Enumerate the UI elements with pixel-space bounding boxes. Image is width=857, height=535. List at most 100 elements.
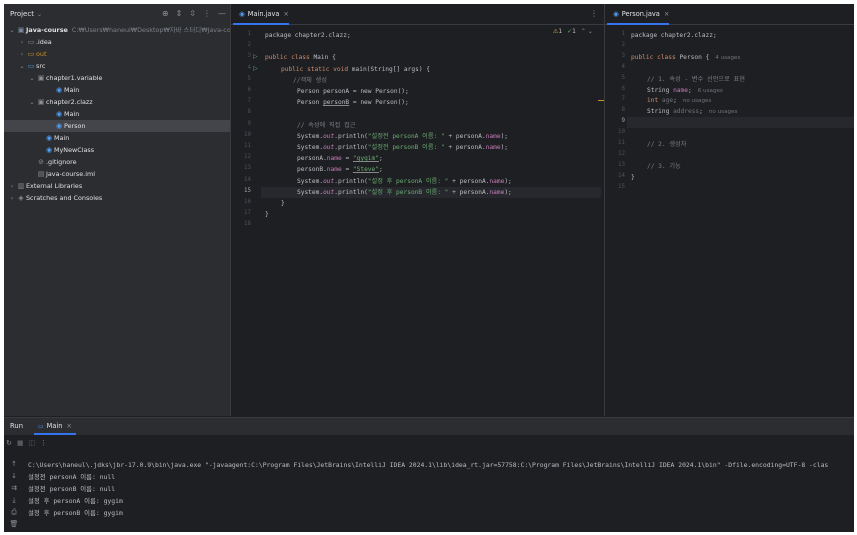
editor-person-java[interactable]: ◉ Person.java × 1 2 3 4 5 6 7 8 9 10 11 12 13 14 15 packa… — [605, 4, 854, 416]
code-token: Person personA = new Person(); — [297, 88, 409, 95]
run-title: Run — [10, 422, 24, 430]
tree-item[interactable]: › ▥ External Libraries — [4, 180, 230, 192]
code-token: .println( — [334, 177, 368, 185]
run-gutter-icon[interactable]: ▷ — [253, 53, 258, 60]
code-token: } — [281, 200, 285, 207]
expand-all-icon[interactable]: ⇕ — [176, 9, 183, 18]
tree-item[interactable]: ⊘ .gitignore — [4, 156, 230, 168]
code-comment: // 3. 기능 — [647, 162, 681, 170]
close-icon[interactable]: × — [664, 10, 670, 18]
scroll-end-icon[interactable]: ⤓ — [8, 494, 20, 506]
line-number: 2 — [247, 42, 252, 49]
code-line[interactable]: personA.name = "gygim"; — [297, 153, 383, 164]
print-icon[interactable]: ⎙ — [8, 506, 20, 518]
arrow-up-icon[interactable]: ↑ — [8, 458, 20, 470]
code-token: = — [341, 155, 353, 163]
code-token: out — [323, 188, 335, 196]
code-token: System. — [297, 177, 324, 185]
more-options-icon[interactable]: ⋮ — [203, 9, 211, 18]
rerun-icon[interactable]: ↻ — [6, 439, 12, 447]
project-toolbar: ⊕ ⇕ ⇳ ⋮ — — [162, 9, 226, 18]
run-tab-main[interactable]: ▭ Main × — [34, 418, 76, 435]
inspection-widget[interactable]: ⚠1 ✓1 ⌃ ⌄ — [553, 28, 593, 35]
code-line[interactable]: personB.name = "Steve"; — [297, 164, 383, 175]
code-token: out — [323, 144, 335, 151]
code-line[interactable]: //객체 생성 — [293, 75, 327, 86]
tree-item-label: .idea — [36, 38, 52, 46]
code-line[interactable]: // 3. 기능 — [647, 161, 681, 172]
code-token: + personA. — [448, 177, 490, 185]
minimize-icon[interactable]: — — [218, 9, 226, 18]
tab-main-java[interactable]: ◉ Main.java × — [233, 4, 289, 25]
tree-item[interactable]: ▤ Java-course.iml — [4, 168, 230, 180]
editor-main-java[interactable]: ◉ Main.java × ⋮ ⚠1 ✓1 ⌃ ⌄ 1 2 3 4 5 6 7 8 9 10 11 12 1… — [231, 4, 604, 416]
usage-hint: no usages — [682, 98, 712, 105]
code-line[interactable]: String name; 6 usages — [647, 85, 723, 96]
close-icon[interactable]: × — [283, 10, 289, 18]
code-line[interactable]: } — [631, 172, 635, 183]
code-token: name — [326, 166, 342, 174]
trash-icon[interactable]: 🗑 — [8, 518, 20, 530]
code-line[interactable]: String address; no usages — [647, 106, 737, 117]
tree-item[interactable]: ⌄ ▭ src — [4, 60, 230, 72]
tree-item[interactable]: › ▭ .idea — [4, 36, 230, 48]
code-line[interactable]: // 1. 속성 - 변수 선언으로 표현 — [647, 74, 745, 85]
code-line[interactable]: System.out.println("설정전 personA 이름: " + … — [297, 131, 508, 142]
code-token: ; — [378, 155, 383, 163]
chevron-down-icon[interactable]: ⌄ — [588, 28, 593, 35]
code-line[interactable]: package chapter2.clazz; — [265, 30, 351, 41]
code-line[interactable]: } — [265, 209, 269, 220]
tree-item[interactable]: ◉ Person — [4, 120, 230, 132]
stop-icon[interactable]: ■ — [17, 439, 24, 447]
code-line[interactable]: int age; no usages — [647, 95, 711, 106]
code-line[interactable]: System.out.println("설정 후 personB 이름: " +… — [297, 187, 512, 198]
code-line[interactable]: // 속성에 직접 접근 — [297, 120, 355, 131]
tree-item-label: .gitignore — [46, 158, 77, 166]
more-options-icon[interactable]: ⋮ — [590, 9, 598, 18]
tree-item[interactable]: ◉ Main — [4, 132, 230, 144]
code-token: name — [326, 155, 342, 163]
tree-item[interactable]: ◉ MyNewClass — [4, 144, 230, 156]
collapse-all-icon[interactable]: ⇳ — [189, 9, 196, 18]
code-line[interactable]: public class Main { — [265, 52, 336, 63]
line-number: 16 — [244, 199, 251, 205]
tree-item[interactable]: ◉ Main — [4, 108, 230, 120]
code-line[interactable]: public static void main(String[] args) { — [281, 64, 430, 75]
tree-item[interactable]: › ▭ out — [4, 48, 230, 60]
camera-icon[interactable]: ◫ — [29, 439, 36, 447]
locate-icon[interactable]: ⊕ — [162, 9, 169, 18]
code-line[interactable]: System.out.println("설정전 personB 이름: " + … — [297, 142, 508, 153]
chevron-down-icon[interactable]: ⌄ — [37, 11, 42, 18]
code-line[interactable]: } — [281, 198, 285, 209]
code-token: int — [647, 97, 662, 105]
tree-item-label: Main — [54, 134, 70, 142]
code-token: .println( — [334, 132, 368, 140]
code-line[interactable]: // 2. 생성자 — [647, 139, 686, 150]
code-token: String — [647, 86, 674, 94]
arrow-down-icon[interactable]: ↓ — [8, 470, 20, 482]
tree-item[interactable]: ◉ Main — [4, 84, 230, 96]
line-number: 5 — [621, 74, 626, 81]
class-icon: ◉ — [45, 134, 53, 142]
code-line[interactable]: System.out.println("설정 후 personA 이름: " +… — [297, 176, 512, 187]
more-options-icon[interactable]: ⋮ — [40, 439, 47, 447]
tab-person-java[interactable]: ◉ Person.java × — [607, 4, 670, 25]
run-gutter-icon[interactable]: ▷ — [253, 65, 258, 72]
tree-item[interactable]: ⌄ ▣ Java-course C:₩Users₩haneul₩Desktop₩자바 … — [4, 24, 244, 36]
expand-arrow-icon[interactable]: › — [8, 193, 16, 205]
tree-item[interactable]: › ◈ Scratches and Consoles — [4, 192, 230, 204]
code-line[interactable]: Person personA = new Person(); — [297, 86, 409, 97]
close-icon[interactable]: × — [66, 422, 72, 430]
tree-item[interactable]: ⌄ ▣ chapter1.variable — [4, 72, 230, 84]
code-token: = — [341, 166, 353, 174]
tree-item[interactable]: ⌄ ▣ chapter2.clazz — [4, 96, 230, 108]
code-line[interactable]: Person personB = new Person(); — [297, 97, 409, 108]
line-number: 3 — [621, 52, 626, 59]
code-token: public static void — [281, 65, 352, 73]
code-token: ); — [500, 144, 509, 151]
code-line[interactable]: package chapter2.clazz; — [631, 30, 717, 41]
soft-wrap-icon[interactable]: ⇉ — [8, 482, 20, 494]
chevron-up-icon[interactable]: ⌃ — [581, 28, 586, 35]
code-comment: // 속성에 직접 접근 — [297, 121, 356, 129]
code-line[interactable]: public class Person {4 usages — [631, 52, 740, 63]
